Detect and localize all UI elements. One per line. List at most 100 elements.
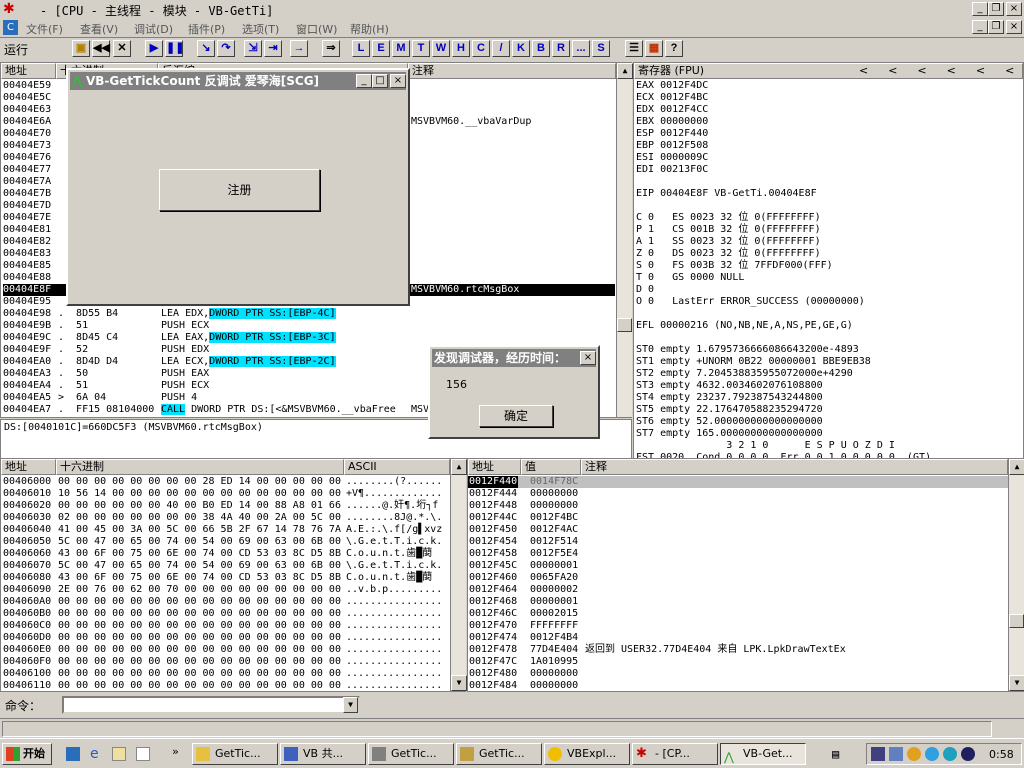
dump-row[interactable]: 00406070 5C 00 47 00 65 00 74 00 54 00 69…: [3, 560, 449, 572]
stack-row[interactable]: 0012F46C 00002015: [468, 608, 1008, 620]
dump-pane[interactable]: 地址 十六进制 ASCII 00406000 00 00 00 00 00 00 …: [0, 458, 467, 692]
child-minimize-button[interactable]: _: [972, 20, 988, 34]
dump-row[interactable]: 004060E0 00 00 00 00 00 00 00 00 00 00 00…: [3, 644, 449, 656]
msgbox-ok-button[interactable]: 确定: [479, 405, 553, 427]
dump-row[interactable]: 00406080 43 00 6F 00 75 00 6E 00 74 00 CD…: [3, 572, 449, 584]
quicklaunch-icon-1[interactable]: [66, 747, 80, 761]
toolbar-btn-R[interactable]: R: [552, 40, 570, 57]
task-gettic-1[interactable]: GetTic...: [192, 743, 278, 765]
vb-close-button[interactable]: ×: [390, 74, 406, 88]
registers-pane[interactable]: 寄存器 (FPU) <<<<<< EAX 0012F4DC ECX 0012F4B…: [633, 62, 1024, 475]
command-dropdown-icon[interactable]: ▼: [343, 697, 358, 713]
stack-row[interactable]: 0012F47C 1A010995: [468, 656, 1008, 668]
tray-icon-4[interactable]: [925, 747, 939, 761]
stack-row[interactable]: 0012F444 00000000: [468, 488, 1008, 500]
help-icon[interactable]: ?: [665, 40, 683, 57]
vb-minimize-button[interactable]: _: [356, 74, 372, 88]
ie-icon[interactable]: e: [90, 746, 99, 762]
dump-row[interactable]: 004060C0 00 00 00 00 00 00 00 00 00 00 00…: [3, 620, 449, 632]
stack-row[interactable]: 0012F480 00000000: [468, 668, 1008, 680]
toolbar-btn-M[interactable]: M: [392, 40, 410, 57]
list-icon[interactable]: ☰: [625, 40, 643, 57]
task-vbexpl[interactable]: VBExpl...: [544, 743, 630, 765]
stack-row[interactable]: 0012F464 00000002: [468, 584, 1008, 596]
dump-scroll-down-icon[interactable]: ▼: [451, 675, 467, 691]
menu-plugins[interactable]: 插件(P): [188, 21, 225, 37]
menu-view[interactable]: 查看(V): [80, 21, 118, 37]
dump-row[interactable]: 00406060 43 00 6F 00 75 00 6E 00 74 00 CD…: [3, 548, 449, 560]
stack-row[interactable]: 0012F440 0014F78C: [468, 476, 1008, 488]
stack-row[interactable]: 0012F470 FFFFFFFF: [468, 620, 1008, 632]
quicklaunch-icon-3[interactable]: [112, 747, 126, 761]
stack-row[interactable]: 0012F468 00000001: [468, 596, 1008, 608]
minimize-button[interactable]: _: [972, 2, 988, 16]
tray-icon-5[interactable]: [943, 747, 957, 761]
stack-row[interactable]: 0012F484 00000000: [468, 680, 1008, 691]
dump-row[interactable]: 004060F0 00 00 00 00 00 00 00 00 00 00 00…: [3, 656, 449, 668]
toolbar-btn-C[interactable]: C: [472, 40, 490, 57]
stack-scroll-thumb[interactable]: [1009, 614, 1024, 628]
step-over-icon[interactable]: ↷: [217, 40, 235, 57]
toolbar-btn-L[interactable]: L: [352, 40, 370, 57]
disasm-row[interactable]: 00404E9C . 8D45 C4 LEA EAX,DWORD PTR SS:[E…: [3, 332, 615, 344]
dump-row[interactable]: 00406050 5C 00 47 00 65 00 74 00 54 00 69…: [3, 536, 449, 548]
stack-row[interactable]: 0012F460 0065FA20: [468, 572, 1008, 584]
toolbar-btn-T[interactable]: T: [412, 40, 430, 57]
dump-row[interactable]: 00406040 41 00 45 00 3A 00 5C 00 66 5B 2F…: [3, 524, 449, 536]
task-ollydbg[interactable]: ✱ - [CP...: [632, 743, 718, 765]
tray-icon-6[interactable]: [961, 747, 975, 761]
dump-row[interactable]: 00406110 00 00 00 00 00 00 00 00 00 00 00…: [3, 680, 449, 691]
tray-icon-1[interactable]: [871, 747, 885, 761]
quicklaunch-icon-4[interactable]: [136, 747, 150, 761]
menu-help[interactable]: 帮助(H): [350, 21, 389, 37]
keyboard-icon[interactable]: ▤: [832, 747, 839, 761]
trace-over-icon[interactable]: ⇥: [264, 40, 282, 57]
disasm-scrollbar[interactable]: ▲: [616, 63, 633, 417]
open-icon[interactable]: ▣: [72, 40, 90, 57]
run-icon[interactable]: ▶: [145, 40, 163, 57]
task-vb-shared[interactable]: VB 共...: [280, 743, 366, 765]
task-gettic-3[interactable]: GetTic...: [456, 743, 542, 765]
stack-row[interactable]: 0012F448 00000000: [468, 500, 1008, 512]
stop-icon[interactable]: ✕: [113, 40, 131, 57]
command-input[interactable]: [62, 696, 360, 714]
stack-scroll-down-icon[interactable]: ▼: [1009, 675, 1024, 691]
disasm-scroll-thumb[interactable]: [617, 318, 632, 332]
tray-icon-3[interactable]: [907, 747, 921, 761]
dump-row[interactable]: 00406100 00 00 00 00 00 00 00 00 00 00 00…: [3, 668, 449, 680]
tray-icon-2[interactable]: [889, 747, 903, 761]
registers-arrows[interactable]: <<<<<<: [859, 64, 1024, 78]
dump-scroll-up-icon[interactable]: ▲: [451, 459, 467, 475]
grid-icon[interactable]: ▦: [645, 40, 663, 57]
toolbar-btn-dots[interactable]: ...: [572, 40, 590, 57]
stack-scrollbar[interactable]: ▲ ▼: [1008, 459, 1024, 691]
close-button[interactable]: ×: [1006, 2, 1022, 16]
goto-icon[interactable]: ⇒: [322, 40, 340, 57]
menu-options[interactable]: 选项(T): [242, 21, 279, 37]
stack-row[interactable]: 0012F45C 00000001: [468, 560, 1008, 572]
dump-row[interactable]: 00406020 00 00 00 00 00 00 40 00 B0 ED 14…: [3, 500, 449, 512]
dump-row[interactable]: 00406010 10 56 14 00 00 00 00 00 00 00 00…: [3, 488, 449, 500]
dump-row[interactable]: 00406000 00 00 00 00 00 00 00 00 28 ED 14…: [3, 476, 449, 488]
toolbar-btn-E[interactable]: E: [372, 40, 390, 57]
dump-row[interactable]: 004060D0 00 00 00 00 00 00 00 00 00 00 00…: [3, 632, 449, 644]
stack-row[interactable]: 0012F450 0012F4AC: [468, 524, 1008, 536]
more-chevron-icon[interactable]: »: [172, 745, 179, 758]
start-button[interactable]: 开始: [2, 743, 52, 765]
pause-icon[interactable]: ❚❚: [165, 40, 184, 57]
menu-file[interactable]: 文件(F): [26, 21, 63, 37]
child-close-button[interactable]: ×: [1006, 20, 1022, 34]
menu-window[interactable]: 窗口(W): [296, 21, 337, 37]
stack-row[interactable]: 0012F474 0012F4B4: [468, 632, 1008, 644]
stack-pane[interactable]: 地址 值 注释 0012F440 0014F78C 0012F444 00000000…: [467, 458, 1024, 692]
toolbar-btn-S[interactable]: S: [592, 40, 610, 57]
child-restore-button[interactable]: ❐: [988, 20, 1004, 34]
vb-maximize-button[interactable]: □: [372, 74, 388, 88]
toolbar-btn-slash[interactable]: /: [492, 40, 510, 57]
toolbar-btn-K[interactable]: K: [512, 40, 530, 57]
msgbox-close-button[interactable]: ×: [580, 351, 596, 365]
stack-row[interactable]: 0012F44C 0012F4BC: [468, 512, 1008, 524]
toolbar-btn-H[interactable]: H: [452, 40, 470, 57]
dump-row[interactable]: 00406030 02 00 00 00 00 00 00 00 38 4A 40…: [3, 512, 449, 524]
disasm-row[interactable]: 00404E9B . 51 PUSH ECX: [3, 320, 615, 332]
